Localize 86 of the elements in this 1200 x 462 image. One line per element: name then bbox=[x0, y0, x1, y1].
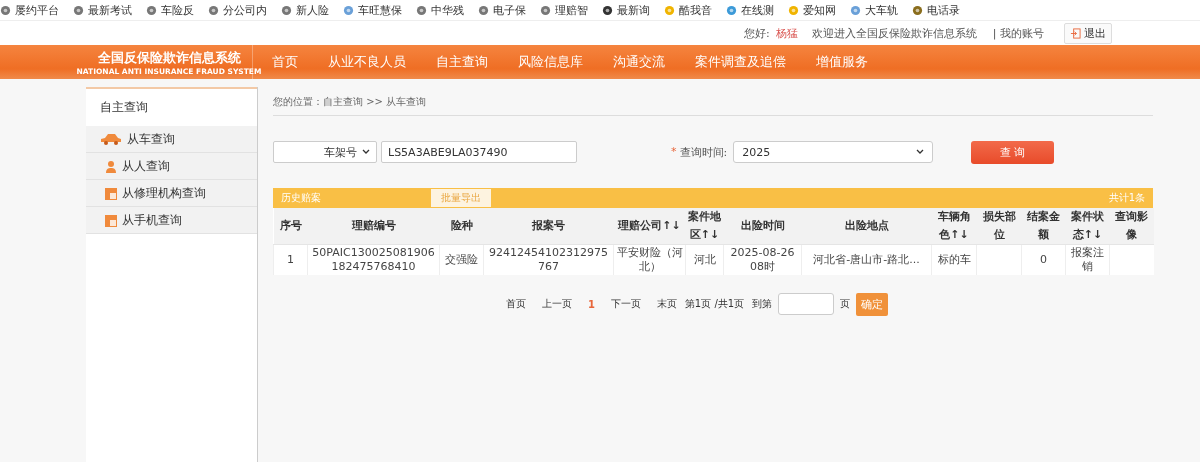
table-cell: 河北 bbox=[685, 244, 724, 275]
bookmark-link[interactable]: 大车轨 bbox=[850, 2, 898, 18]
site-icon bbox=[850, 4, 861, 16]
results-title: 历史赔案 bbox=[281, 191, 321, 205]
bookmark-link[interactable]: 最新询 bbox=[602, 2, 650, 18]
table-cell: 平安财险（河北） bbox=[613, 244, 686, 275]
site-icon bbox=[416, 4, 427, 16]
site-icon bbox=[726, 4, 737, 16]
column-header: 损失部位 bbox=[976, 208, 1022, 245]
column-header: 险种 bbox=[439, 208, 484, 245]
bookmark-link[interactable]: 车险反 bbox=[146, 2, 194, 18]
site-icon bbox=[73, 4, 84, 16]
welcome-text: 欢迎进入全国反保险欺诈信息系统 bbox=[811, 25, 977, 41]
goto-label: 到第 bbox=[752, 297, 773, 311]
table-cell: 50PAIC130025081906182475768410 bbox=[307, 244, 440, 275]
column-header: 序号 bbox=[273, 208, 308, 245]
bookmark-link[interactable]: 电子保 bbox=[478, 2, 526, 18]
site-icon bbox=[146, 4, 157, 16]
column-header: 理赔公司↑↓ bbox=[613, 208, 686, 245]
field-label: 查询时间: bbox=[679, 144, 728, 160]
vin-input-field[interactable]: LS5A3ABE9LA037490 bbox=[381, 141, 577, 163]
site-icon bbox=[912, 4, 923, 16]
bookmark-link[interactable]: 理赔智 bbox=[540, 2, 588, 18]
table-cell: 河北省-唐山市-路北... bbox=[801, 244, 932, 275]
breadcrumb-text: 您的位置：自主查询 >> 从车查询 bbox=[273, 87, 1153, 116]
bookmark-link[interactable]: 车旺慧保 bbox=[343, 2, 402, 18]
bookmark-link[interactable]: 爱知网 bbox=[788, 2, 836, 18]
folder-icon bbox=[105, 213, 117, 227]
column-header: 结案金额 bbox=[1021, 208, 1066, 245]
site-icon bbox=[664, 4, 675, 16]
bookmark-link[interactable]: 新人险 bbox=[281, 2, 329, 18]
sidebar-item[interactable]: 从手机查询 bbox=[86, 207, 257, 234]
bookmark-link[interactable]: 酷我音 bbox=[664, 2, 712, 18]
logout-icon bbox=[1070, 27, 1081, 39]
column-header: 车辆角色↑↓ bbox=[931, 208, 977, 245]
table-cell: 交强险 bbox=[439, 244, 484, 275]
site-icon bbox=[478, 4, 489, 16]
vehicle-field-select[interactable]: 车架号 bbox=[273, 141, 377, 163]
page-unit-label: 页 bbox=[840, 297, 851, 311]
site-icon bbox=[208, 4, 219, 16]
page-link[interactable]: 首页 bbox=[505, 297, 526, 311]
table-cell: 92412454102312975767 bbox=[483, 244, 614, 275]
page-link[interactable]: 下一页 bbox=[610, 297, 641, 311]
logo-title: 全国反保险欺诈信息系统 bbox=[97, 48, 241, 67]
sidebar-item[interactable]: 从修理机构查询 bbox=[86, 180, 257, 207]
site-icon bbox=[788, 4, 799, 16]
table-cell: 标的车 bbox=[931, 244, 977, 275]
chevron-down-icon bbox=[362, 149, 370, 155]
site-icon bbox=[281, 4, 292, 16]
site-icon bbox=[540, 4, 551, 16]
logout-button[interactable]: 退出 bbox=[1064, 22, 1112, 44]
folder-icon bbox=[105, 186, 117, 200]
site-icon bbox=[602, 4, 613, 16]
column-header: 案件地区↑↓ bbox=[685, 208, 724, 245]
bookmark-link[interactable]: 中华残 bbox=[416, 2, 464, 18]
site-icon bbox=[343, 4, 354, 16]
page-link[interactable]: 上一页 bbox=[541, 297, 572, 311]
column-header: 案件状态↑↓ bbox=[1065, 208, 1110, 245]
bookmark-link[interactable]: 最新考试 bbox=[73, 2, 132, 18]
required-mark: * bbox=[671, 144, 677, 160]
table-cell: 1 bbox=[273, 244, 308, 275]
table-cell: 0 bbox=[1021, 244, 1066, 275]
page-info: 第1页 /共1页 bbox=[684, 297, 745, 311]
greeting-text: 您好: bbox=[744, 25, 770, 41]
bookmark-link[interactable]: 分公司内 bbox=[208, 2, 267, 18]
bookmark-link[interactable]: 屡约平台 bbox=[0, 2, 59, 18]
column-header: 查询影像 bbox=[1109, 208, 1154, 245]
sidebar-item[interactable]: 从车查询 bbox=[86, 126, 257, 153]
column-header: 报案号 bbox=[483, 208, 614, 245]
user-name: 杨猛 bbox=[775, 25, 798, 41]
car-icon bbox=[100, 133, 122, 145]
page-input-field[interactable] bbox=[778, 293, 835, 315]
table-cell: 2025-08-26 08时 bbox=[723, 244, 802, 275]
page-link[interactable]: 末页 bbox=[656, 297, 677, 311]
bookmark-link[interactable]: 电话录 bbox=[912, 2, 960, 18]
column-header: 理赔编号 bbox=[307, 208, 440, 245]
bookmark-link[interactable]: 在线测 bbox=[726, 2, 774, 18]
sidebar-item[interactable]: 从人查询 bbox=[86, 153, 257, 180]
column-header: 出险地点 bbox=[801, 208, 932, 245]
table-cell: 报案注销 bbox=[1065, 244, 1110, 275]
account-link[interactable]: | 我的账号 bbox=[992, 25, 1044, 41]
chevron-down-icon bbox=[916, 149, 925, 155]
total-count: 共计1条 bbox=[1108, 191, 1145, 205]
person-icon bbox=[105, 159, 117, 173]
column-header: 出险时间 bbox=[723, 208, 802, 245]
year-select[interactable]: 2025 bbox=[733, 141, 934, 163]
